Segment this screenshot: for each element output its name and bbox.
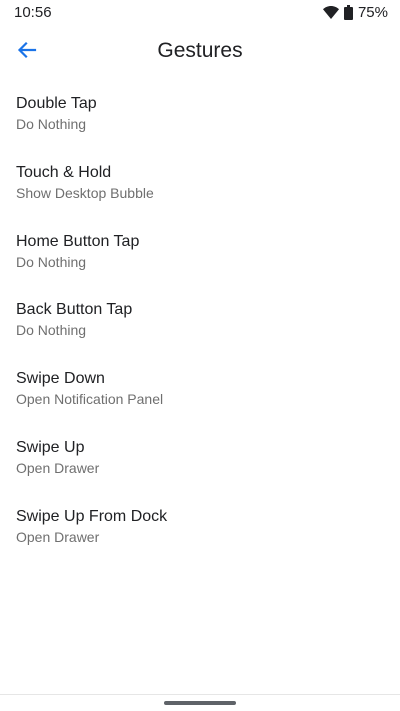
- gesture-value: Open Drawer: [16, 528, 100, 545]
- gesture-item-touch-hold[interactable]: Touch & Hold Show Desktop Bubble: [0, 156, 400, 225]
- gesture-title: Touch & Hold: [16, 163, 112, 181]
- gesture-value: Do Nothing: [16, 116, 87, 132]
- gesture-title: Swipe Up: [16, 438, 85, 456]
- gesture-value: Do Nothing: [16, 322, 87, 339]
- gesture-item-swipe-down[interactable]: Swipe Down Open Notification Panel: [0, 362, 400, 431]
- gesture-value: Do Nothing: [16, 253, 87, 270]
- gesture-value: Show Desktop Bubble: [16, 184, 154, 201]
- gesture-value: Open Notification Panel: [16, 391, 164, 408]
- home-gesture-handle[interactable]: [164, 701, 236, 705]
- navigation-bar: [0, 694, 400, 711]
- gesture-item-back-button-tap[interactable]: Back Button Tap Do Nothing: [0, 293, 400, 362]
- wifi-icon: [322, 6, 339, 19]
- battery-icon: [343, 5, 353, 20]
- gesture-title: Back Button Tap: [16, 301, 133, 319]
- gesture-title: Swipe Up From Dock: [16, 507, 168, 525]
- status-bar: 10:56 75%: [0, 0, 400, 26]
- status-time: 10:56: [14, 4, 52, 21]
- gesture-item-home-button-tap[interactable]: Home Button Tap Do Nothing: [0, 225, 400, 294]
- status-icons: 75%: [322, 4, 388, 21]
- gesture-item-swipe-up[interactable]: Swipe Up Open Drawer: [0, 431, 400, 500]
- battery-percent: 75%: [357, 4, 388, 21]
- gesture-title: Double Tap: [16, 95, 97, 112]
- app-bar: Gestures: [0, 26, 400, 76]
- gesture-list: Double Tap Do Nothing Touch & Hold Show …: [0, 87, 400, 569]
- gesture-value: Open Drawer: [16, 459, 100, 476]
- page-title: Gestures: [157, 39, 243, 62]
- gesture-item-double-tap[interactable]: Double Tap Do Nothing: [0, 87, 400, 156]
- gesture-title: Home Button Tap: [16, 232, 140, 250]
- gesture-item-swipe-up-from-dock[interactable]: Swipe Up From Dock Open Drawer: [0, 500, 400, 569]
- gesture-title: Swipe Down: [16, 370, 105, 388]
